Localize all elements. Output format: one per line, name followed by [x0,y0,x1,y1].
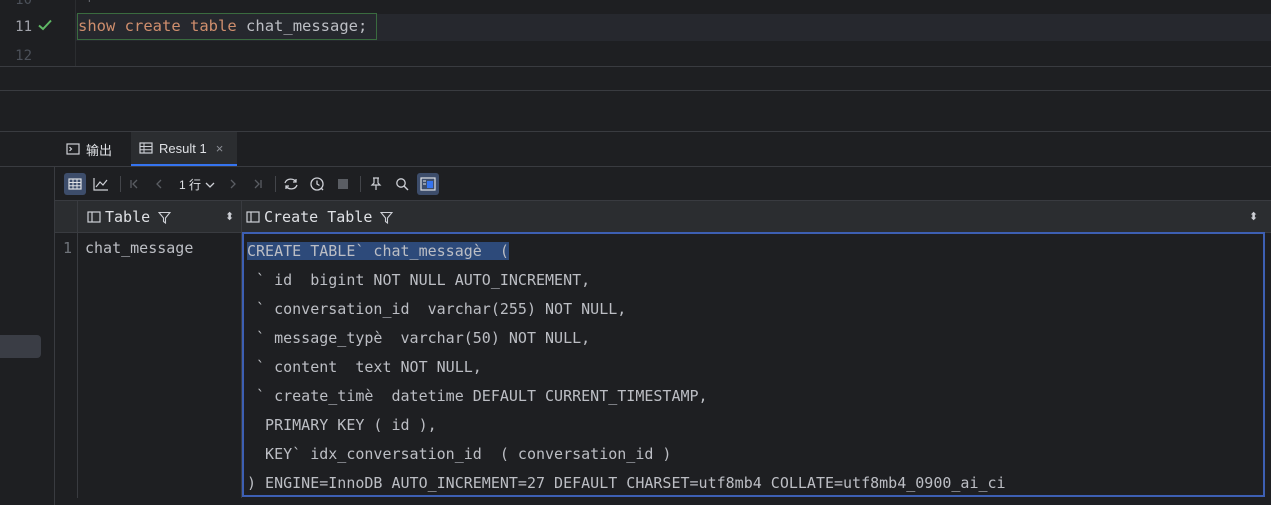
sort-icon[interactable]: ⬍ [225,210,234,223]
toolbar-separator [120,176,121,192]
rows-label: 1 行 [179,178,202,192]
table-icon [139,142,153,154]
sql-editor[interactable]: 10 11 12 ¦ show create table chat_messag… [0,0,1271,66]
chevron-left-icon [156,179,162,189]
tab-label: Result 1 [159,140,207,156]
sql-statement[interactable]: show create table chat_message; [78,17,367,35]
ddl-line: ` id bigint NOT NULL AUTO_INCREMENT, [247,271,591,289]
panel-icon [420,177,436,191]
console-icon [66,143,80,155]
refresh-icon [284,178,298,190]
ddl-line: CREATE TABLE` chat_messagè ( [247,242,509,260]
table-cell[interactable]: chat_message [85,239,193,257]
column-separator [77,201,78,498]
toolbar-separator [360,176,361,192]
line-number: 10 [15,0,32,8]
table-view-button[interactable] [64,173,86,195]
tab-result-1[interactable]: Result 1 × [131,132,237,166]
table-icon [68,178,82,190]
pin-icon [370,177,382,190]
next-page-button[interactable] [222,173,244,195]
row-number: 1 [63,239,73,257]
column-header-table[interactable]: Table [87,208,172,226]
tab-label: 输出 [86,142,113,158]
rows-selector[interactable]: 1 行 [179,176,215,193]
toolbar-separator [275,176,276,192]
ddl-line: ` create_timè datetime DEFAULT CURRENT_T… [247,387,708,405]
first-page-icon [130,179,138,189]
ddl-line: ` conversation_id varchar(255) NOT NULL, [247,300,627,318]
clock-icon [310,177,324,191]
bulb-icon: ¦ [86,0,93,3]
grid-header [55,201,1271,233]
refresh-button[interactable] [280,173,302,195]
result-grid[interactable]: Table ⬍ Create Table ⬍ 1 chat_message CR… [55,200,1271,498]
filter-icon[interactable] [158,211,172,224]
first-page-button[interactable] [123,173,145,195]
editor-gutter: 10 11 12 ¦ [0,0,93,66]
ddl-line: KEY` idx_conversation_id ( conversation_… [247,445,672,463]
close-icon[interactable]: × [216,141,224,156]
last-page-icon [254,179,262,189]
line-number: 12 [15,48,32,64]
pin-button[interactable] [365,173,387,195]
ddl-line: ) ENGINE=InnoDB AUTO_INCREMENT=27 DEFAUL… [247,474,1006,492]
chevron-down-icon [205,182,215,188]
chart-view-button[interactable] [90,173,112,195]
search-icon [396,178,409,191]
column-icon [87,211,101,223]
column-header-create-table[interactable]: Create Table [246,208,394,226]
stop-icon [338,179,348,189]
divider [0,66,1271,67]
line-number: 11 [15,19,32,35]
stop-button[interactable] [332,173,354,195]
value-viewer-button[interactable] [417,173,439,195]
ddl-line: ` message_typè varchar(50) NOT NULL, [247,329,591,347]
filter-icon[interactable] [380,211,394,224]
sidebar-selection[interactable] [0,335,41,358]
divider [0,90,1271,91]
tab-output[interactable]: 输出 [66,132,130,166]
column-icon [246,211,260,223]
create-table-cell[interactable]: CREATE TABLE` chat_messagè ( ` id bigint… [242,232,1265,497]
ddl-line: ` content text NOT NULL, [247,358,482,376]
history-button[interactable] [306,173,328,195]
ddl-line: PRIMARY KEY ( id ), [247,416,437,434]
result-toolbar: 1 行 [55,170,1271,198]
result-tabs: 输出 Result 1 × [0,131,1271,167]
sort-icon[interactable]: ⬍ [1249,210,1258,223]
prev-page-button[interactable] [148,173,170,195]
chevron-right-icon [230,179,236,189]
last-page-button[interactable] [247,173,269,195]
check-icon [38,19,52,31]
chart-icon [93,178,108,191]
search-button[interactable] [391,173,413,195]
